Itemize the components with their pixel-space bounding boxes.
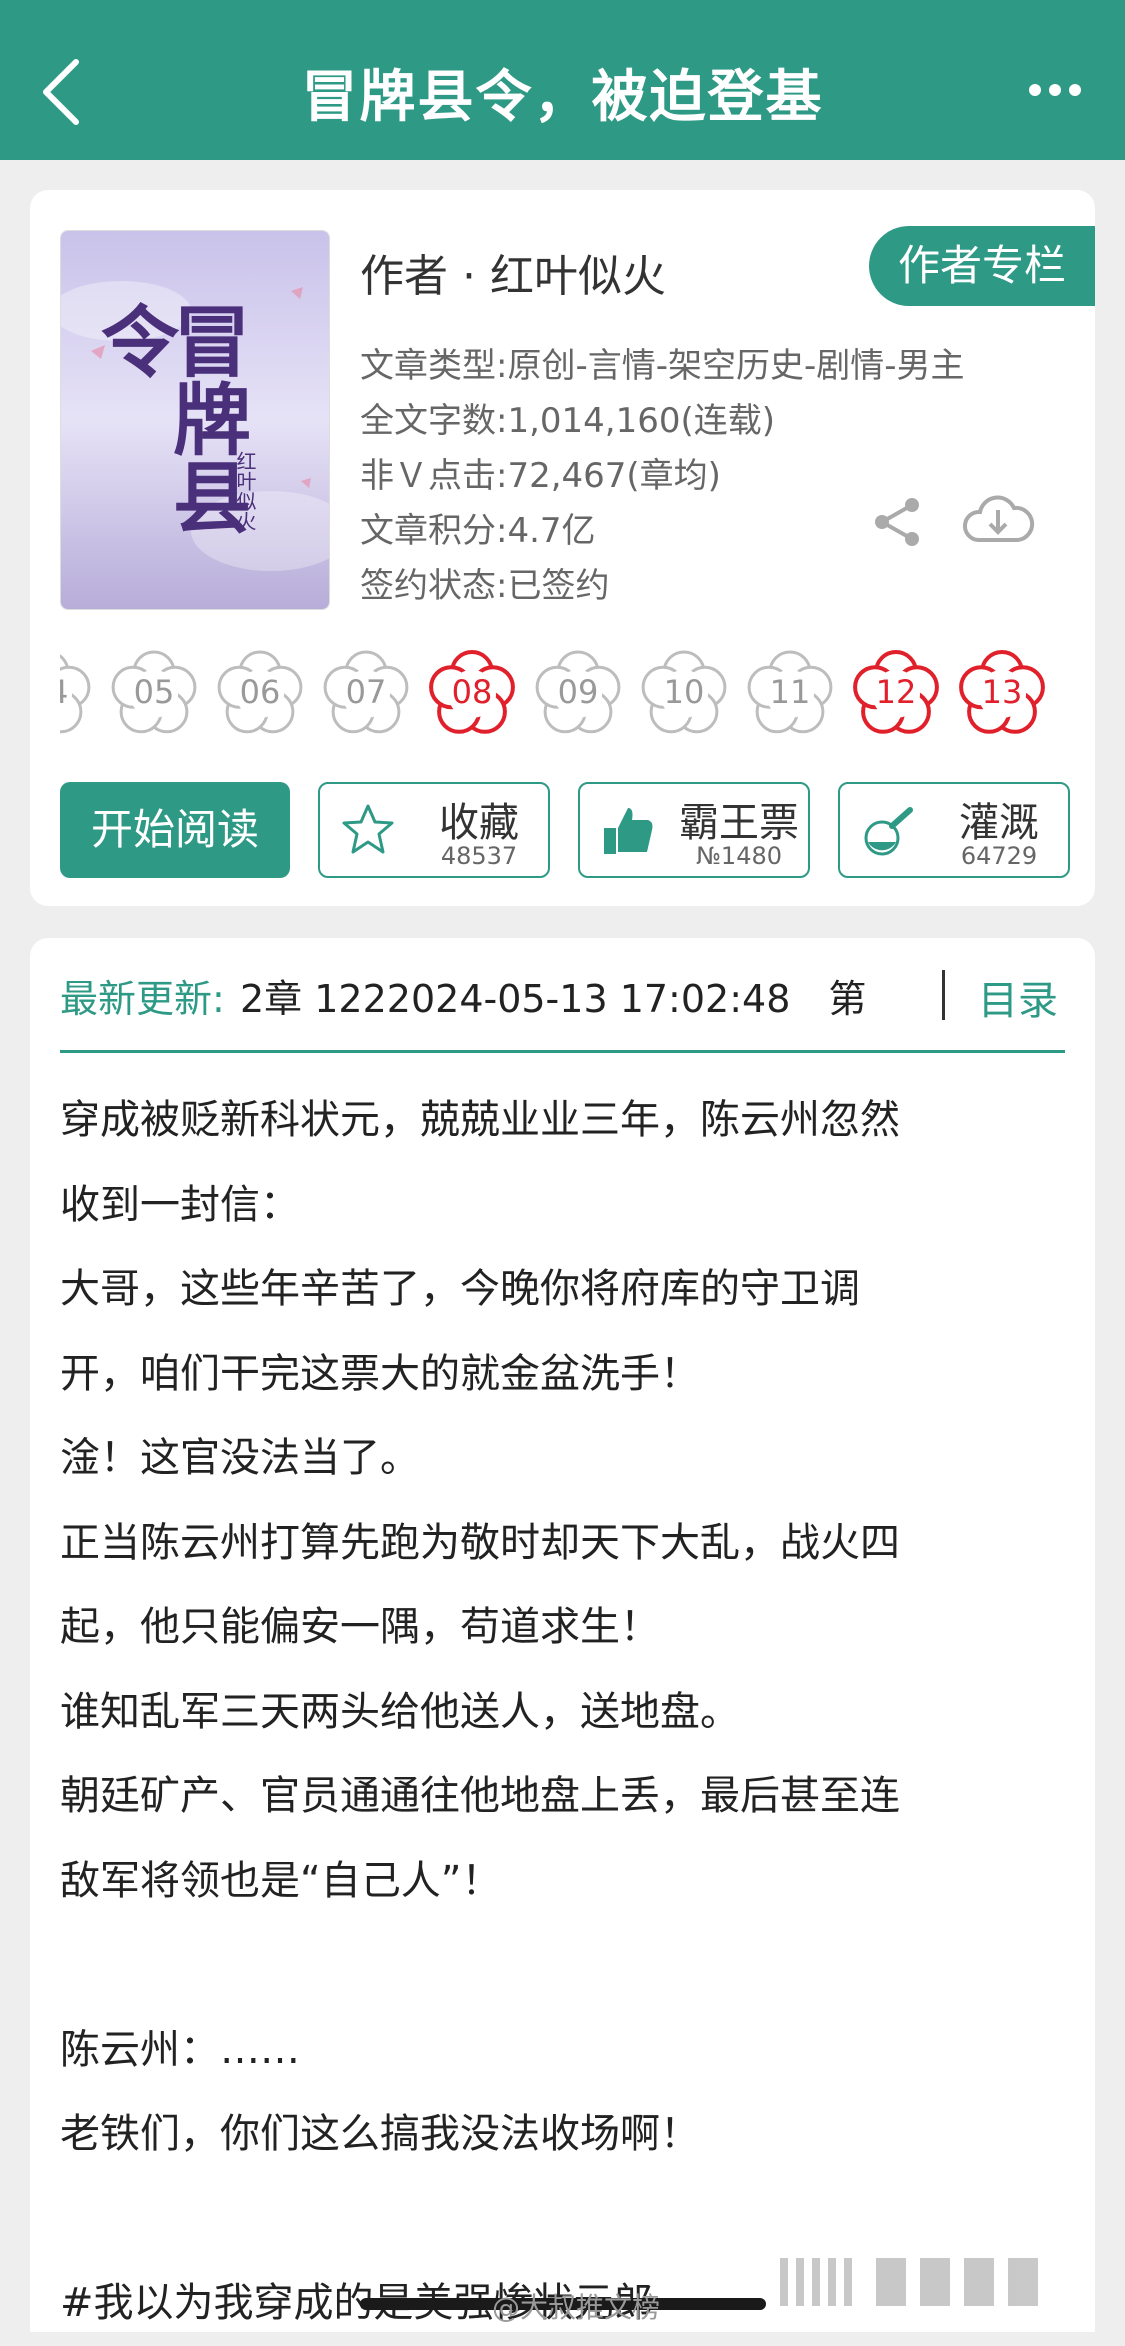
- favorite-label: 收藏: [439, 800, 519, 846]
- contract-status-text: 签约状态:已签约: [360, 566, 610, 606]
- nutrient-flask-icon: [864, 807, 913, 856]
- flower-10[interactable]: 10: [638, 646, 730, 738]
- synopsis-line: [60, 1923, 1070, 2008]
- share-icon[interactable]: [870, 495, 924, 549]
- flower-label: 11: [769, 673, 811, 711]
- word-count-text: 全文字数:1,014,160(连载): [360, 401, 776, 441]
- star-icon: [342, 804, 394, 854]
- nourish-count: 64729: [960, 842, 1038, 870]
- flower-08[interactable]: 08: [426, 646, 518, 738]
- click-count-text: 非Ｖ点击:72,467(章均): [360, 456, 721, 496]
- flower-label: 08: [451, 673, 493, 711]
- more-options-icon[interactable]: [1027, 82, 1083, 98]
- flower-label: 04: [60, 646, 94, 738]
- nourish-button[interactable]: 灌溉 64729: [838, 782, 1070, 878]
- synopsis-text: 穿成被贬新科状元，兢兢业业三年，陈云州忽然 收到一封信： 大哥，这些年辛苦了，今晚你…: [60, 1078, 1070, 2346]
- favorite-count: 48537: [440, 842, 518, 870]
- cover-title-art: 冒牌县令: [88, 301, 251, 535]
- flower-label: 06: [239, 673, 281, 711]
- flower-label: 13: [981, 673, 1023, 711]
- synopsis-line: 淦！这官没法当了。: [60, 1435, 420, 1481]
- table-of-contents-link[interactable]: 目录: [978, 968, 1058, 1026]
- book-cover[interactable]: 冒牌县令 红叶似火: [60, 230, 330, 610]
- section-divider: [60, 1050, 1065, 1053]
- watermark-text: @大叔推文榜: [492, 2291, 661, 2324]
- flower-07[interactable]: 07: [320, 646, 412, 738]
- synopsis-line: 谁知乱军三天两头给他送人，送地盘。: [60, 1688, 740, 1735]
- score-text: 文章积分:4.7亿: [360, 511, 596, 551]
- top-bar: 冒牌县令，被迫登基: [0, 0, 1125, 160]
- flower-05[interactable]: 05: [108, 646, 200, 738]
- start-reading-button[interactable]: 开始阅读: [60, 782, 290, 878]
- flower-label: 05: [133, 673, 175, 711]
- synopsis-line: 大哥，这些年辛苦了，今晚你将府库的守卫调: [60, 1266, 860, 1312]
- synopsis-line: 敌军将领也是“自己人”！: [60, 1857, 502, 1904]
- synopsis-line: 朝廷矿产、官员通通往他地盘上丢，最后甚至连: [60, 1773, 900, 1819]
- synopsis-line: 收到一封信：: [60, 1181, 300, 1228]
- author-name[interactable]: 作者 · 红叶似火: [360, 240, 666, 304]
- page-title: 冒牌县令，被迫登基: [301, 65, 824, 130]
- watermark-stripes: [780, 2258, 1038, 2306]
- synopsis-line: [60, 2177, 1070, 2262]
- overlord-ticket-rank: №1480: [695, 842, 783, 870]
- divider: [942, 970, 945, 1020]
- flower-label: 09: [557, 673, 599, 711]
- nourish-label: 灌溉: [959, 800, 1039, 846]
- flower-label: 14: [1062, 646, 1065, 738]
- flower-label: 12: [875, 673, 917, 711]
- synopsis-line: 老铁们，你们这么搞我没法收场啊！: [60, 2111, 700, 2157]
- author-column-button[interactable]: 作者专栏: [869, 226, 1095, 306]
- synopsis-card: 最新更新: 2章 1222024-05-13 17:02:48 第 目录 穿成被…: [30, 938, 1095, 2332]
- flower-label: 10: [663, 673, 705, 711]
- latest-update-marquee[interactable]: 2章 1222024-05-13 17:02:48 第: [240, 968, 930, 1023]
- flower-13[interactable]: 13: [956, 646, 1048, 738]
- flower-04[interactable]: 04: [60, 646, 94, 738]
- thumbs-up-icon: [604, 808, 653, 854]
- flower-09[interactable]: 09: [532, 646, 624, 738]
- cover-author-art: 红叶似火: [233, 451, 257, 531]
- latest-update-label: 最新更新:: [60, 977, 225, 1021]
- synopsis-line: 起，他只能偏安一隅，苟道求生！: [60, 1604, 660, 1650]
- synopsis-line: 陈云州：……: [60, 2026, 300, 2073]
- favorite-button[interactable]: 收藏 48537: [318, 782, 550, 878]
- flower-12[interactable]: 12: [850, 646, 942, 738]
- synopsis-line: 正当陈云州打算先跑为敬时却天下大乱，战火四: [60, 1519, 900, 1566]
- flower-06[interactable]: 06: [214, 646, 306, 738]
- flower-rating-strip[interactable]: 04 05 06 07 08 09 10 11 12 13 14: [60, 640, 1065, 760]
- book-info-card: 冒牌县令 红叶似火 作者 · 红叶似火 作者专栏 文章类型:原创-言情-架空历史…: [30, 190, 1095, 906]
- synopsis-line: 开，咱们干完这票大的就金盆洗手！: [60, 1350, 700, 1397]
- cloud-download-icon[interactable]: [960, 490, 1036, 552]
- flower-14[interactable]: 14: [1062, 646, 1065, 738]
- genre-text: 文章类型:原创-言情-架空历史-剧情-男主: [360, 346, 965, 386]
- flower-label: 07: [345, 673, 387, 711]
- synopsis-line: 穿成被贬新科状元，兢兢业业三年，陈云州忽然: [60, 1097, 900, 1143]
- overlord-ticket-button[interactable]: 霸王票 №1480: [578, 782, 810, 878]
- overlord-ticket-label: 霸王票: [679, 800, 799, 846]
- flower-11[interactable]: 11: [744, 646, 836, 738]
